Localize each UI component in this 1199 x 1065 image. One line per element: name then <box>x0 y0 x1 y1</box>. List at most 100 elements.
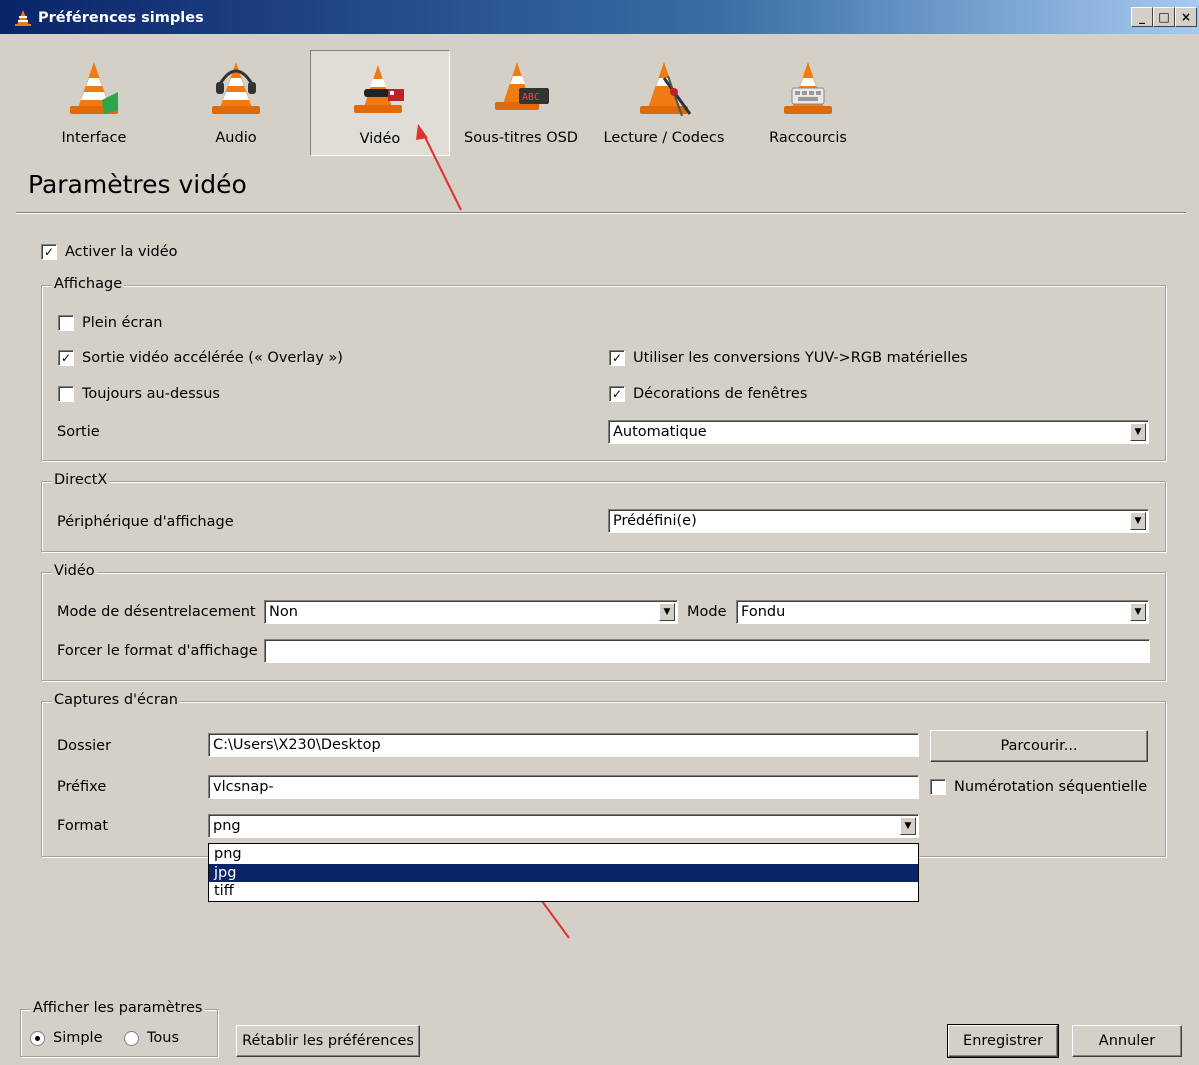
folder-label: Dossier <box>57 738 112 754</box>
radio-button[interactable] <box>124 1030 139 1046</box>
cancel-label: Annuler <box>1098 1033 1156 1049</box>
checkbox-box[interactable]: ✓ <box>58 350 74 366</box>
checkbox-box[interactable]: ✓ <box>41 244 57 260</box>
checkbox-box[interactable] <box>930 779 946 795</box>
codecs-cone-icon <box>640 62 692 117</box>
simple-radio[interactable]: Simple <box>30 1030 103 1046</box>
yuv-rgb-checkbox[interactable]: ✓ Utiliser les conversions YUV->RGB maté… <box>609 350 968 366</box>
checkbox-box[interactable]: ✓ <box>609 350 625 366</box>
display-device-select[interactable]: Prédéfini(e) ▼ <box>608 509 1149 533</box>
format-dropdown-list[interactable]: png jpg tiff <box>208 843 919 902</box>
window-decorations-checkbox[interactable]: ✓ Décorations de fenêtres <box>609 386 807 402</box>
checkbox-box[interactable] <box>58 315 74 331</box>
tab-label: Audio <box>215 130 257 146</box>
prefix-label: Préfixe <box>57 779 107 795</box>
format-value: png <box>213 818 241 834</box>
tab-subtitles-osd[interactable]: ABC Sous-titres OSD <box>456 50 586 154</box>
tab-label: Vidéo <box>359 131 401 147</box>
save-button[interactable]: Enregistrer <box>947 1024 1059 1058</box>
window-decorations-label: Décorations de fenêtres <box>633 386 808 402</box>
radio-button[interactable] <box>30 1030 45 1046</box>
video-group: Vidéo <box>41 563 1166 681</box>
fullscreen-checkbox[interactable]: Plein écran <box>58 315 162 331</box>
mode-label: Mode <box>687 604 727 620</box>
checkbox-box[interactable] <box>58 386 74 402</box>
page-title: Paramètres vidéo <box>28 170 247 199</box>
window-title: Préférences simples <box>38 10 204 26</box>
svg-text:ABC: ABC <box>522 92 540 103</box>
chevron-down-icon[interactable]: ▼ <box>1130 512 1146 530</box>
format-option-jpg[interactable]: jpg <box>209 864 918 882</box>
cancel-button[interactable]: Annuler <box>1072 1025 1182 1057</box>
enable-video-label: Activer la vidéo <box>65 244 178 260</box>
all-label: Tous <box>147 1030 180 1046</box>
chevron-down-icon[interactable]: ▼ <box>659 603 675 621</box>
save-label: Enregistrer <box>963 1033 1043 1049</box>
checkbox-box[interactable]: ✓ <box>609 386 625 402</box>
browse-label: Parcourir... <box>1000 738 1078 754</box>
title-divider <box>16 212 1186 214</box>
tab-video[interactable]: Vidéo <box>310 50 450 156</box>
sequential-numbering-checkbox[interactable]: Numérotation séquentielle <box>930 779 1147 795</box>
format-select[interactable]: png ▼ <box>208 814 919 838</box>
vlc-cone-icon <box>15 10 31 26</box>
format-option-png[interactable]: png <box>209 845 918 863</box>
group-title: Vidéo <box>52 563 97 579</box>
tab-label: Raccourcis <box>769 130 847 146</box>
subtitles-cone-icon: ABC <box>495 62 549 110</box>
all-radio[interactable]: Tous <box>124 1030 179 1046</box>
tab-audio[interactable]: Audio <box>166 50 306 154</box>
tab-label: Interface <box>61 130 127 146</box>
tab-label: Sous-titres OSD <box>464 130 578 146</box>
interface-cone-icon <box>70 62 118 114</box>
mode-value: Fondu <box>741 604 786 620</box>
output-value: Automatique <box>613 424 707 440</box>
browse-button[interactable]: Parcourir... <box>930 730 1148 762</box>
group-title: Afficher les paramètres <box>31 1000 205 1016</box>
deinterlace-select[interactable]: Non ▼ <box>264 600 678 624</box>
simple-label: Simple <box>53 1030 103 1046</box>
headphones-cone-icon <box>212 62 260 114</box>
aspect-ratio-label: Forcer le format d'affichage <box>57 643 258 659</box>
overlay-checkbox[interactable]: ✓ Sortie vidéo accélérée (« Overlay ») <box>58 350 343 366</box>
output-select[interactable]: Automatique ▼ <box>608 420 1149 444</box>
group-title: DirectX <box>52 472 110 488</box>
folder-value: C:\Users\X230\Desktop <box>213 737 381 753</box>
yuv-rgb-label: Utiliser les conversions YUV->RGB matéri… <box>633 350 968 366</box>
always-on-top-checkbox[interactable]: Toujours au-dessus <box>58 386 220 402</box>
reset-label: Rétablir les préférences <box>242 1033 414 1049</box>
close-button[interactable]: × <box>1175 7 1197 27</box>
video-cone-icon <box>354 65 404 113</box>
output-label: Sortie <box>57 424 100 440</box>
tab-label: Lecture / Codecs <box>603 130 725 146</box>
tab-playback-codecs[interactable]: Lecture / Codecs <box>594 50 734 154</box>
group-title: Captures d'écran <box>52 692 180 708</box>
deinterlace-value: Non <box>269 604 298 620</box>
mode-select[interactable]: Fondu ▼ <box>736 600 1149 624</box>
maximize-button[interactable]: □ <box>1153 7 1175 27</box>
display-device-label: Périphérique d'affichage <box>57 514 234 530</box>
chevron-down-icon[interactable]: ▼ <box>1130 423 1146 441</box>
minimize-button[interactable]: _ <box>1131 7 1153 27</box>
chevron-down-icon[interactable]: ▼ <box>900 817 916 835</box>
shortcuts-cone-icon <box>784 62 832 114</box>
display-device-value: Prédéfini(e) <box>613 513 697 529</box>
group-title: Affichage <box>52 276 125 292</box>
prefix-input[interactable]: vlcsnap- <box>208 775 919 799</box>
tab-interface[interactable]: Interface <box>24 50 164 154</box>
always-on-top-label: Toujours au-dessus <box>82 386 220 402</box>
deinterlace-label: Mode de désentrelacement <box>57 604 256 620</box>
enable-video-checkbox[interactable]: ✓ Activer la vidéo <box>41 244 178 260</box>
fullscreen-label: Plein écran <box>82 315 163 331</box>
chevron-down-icon[interactable]: ▼ <box>1130 603 1146 621</box>
format-option-tiff[interactable]: tiff <box>209 882 918 900</box>
folder-input[interactable]: C:\Users\X230\Desktop <box>208 733 919 757</box>
sequential-numbering-label: Numérotation séquentielle <box>954 779 1148 795</box>
title-bar[interactable]: Préférences simples _ □ × <box>0 0 1199 34</box>
aspect-ratio-input[interactable] <box>264 639 1150 663</box>
tab-shortcuts[interactable]: Raccourcis <box>738 50 878 154</box>
prefix-value: vlcsnap- <box>213 779 274 795</box>
reset-preferences-button[interactable]: Rétablir les préférences <box>236 1025 420 1057</box>
overlay-label: Sortie vidéo accélérée (« Overlay ») <box>82 350 343 366</box>
format-label: Format <box>57 818 109 834</box>
